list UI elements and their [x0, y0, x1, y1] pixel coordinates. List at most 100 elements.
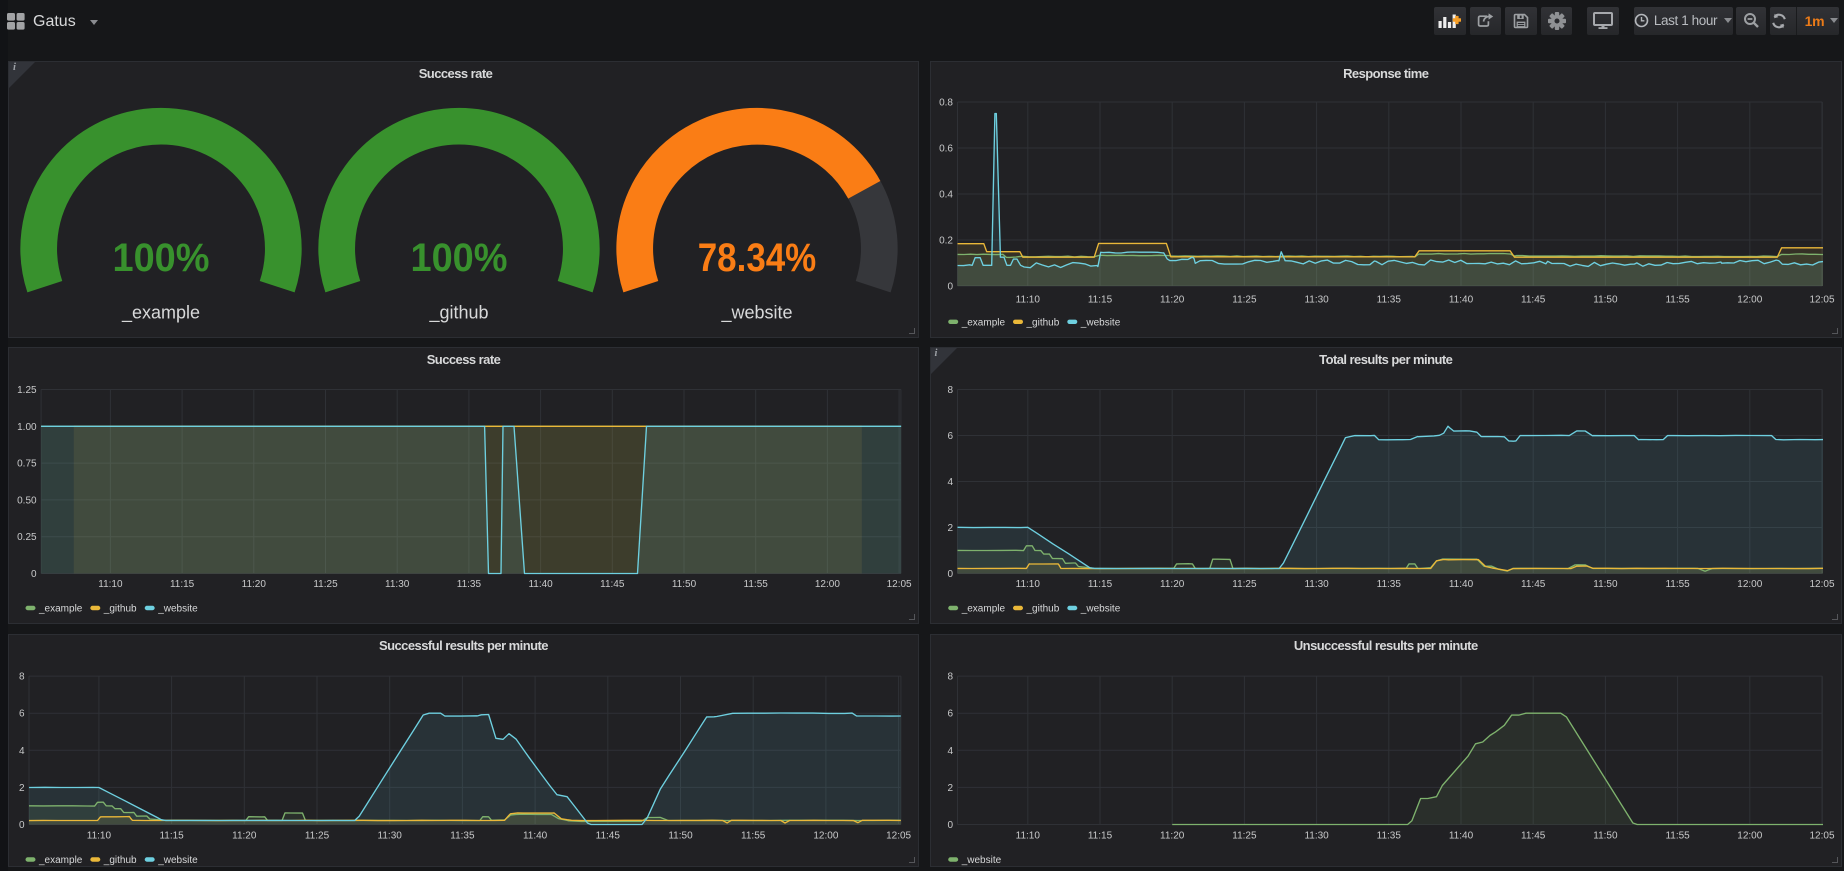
svg-text:_website: _website	[1079, 604, 1120, 615]
svg-text:11:40: 11:40	[1448, 830, 1473, 841]
svg-text:11:30: 11:30	[385, 579, 410, 590]
svg-text:11:40: 11:40	[523, 830, 548, 841]
svg-text:11:55: 11:55	[1665, 830, 1690, 841]
svg-text:_github: _github	[103, 604, 137, 615]
svg-text:11:45: 11:45	[600, 579, 625, 590]
svg-text:11:25: 11:25	[313, 579, 338, 590]
svg-text:_example: _example	[121, 303, 200, 324]
svg-text:12:00: 12:00	[815, 579, 840, 590]
svg-text:11:50: 11:50	[1593, 579, 1618, 590]
svg-text:1.00: 1.00	[17, 422, 37, 433]
svg-text:12:00: 12:00	[813, 830, 838, 841]
svg-text:0: 0	[31, 569, 37, 580]
svg-text:_github: _github	[103, 855, 137, 866]
svg-text:_github: _github	[428, 303, 488, 324]
svg-text:0: 0	[19, 820, 25, 831]
svg-text:11:45: 11:45	[596, 830, 621, 841]
svg-text:11:15: 11:15	[1087, 830, 1112, 841]
svg-text:12:05: 12:05	[1809, 579, 1834, 590]
svg-text:11:40: 11:40	[1448, 579, 1473, 590]
svg-text:12:05: 12:05	[886, 830, 911, 841]
svg-text:11:25: 11:25	[305, 830, 330, 841]
svg-text:11:50: 11:50	[1593, 295, 1618, 306]
svg-text:0: 0	[947, 282, 953, 293]
svg-text:78.34%: 78.34%	[698, 236, 817, 280]
svg-text:4: 4	[947, 477, 953, 488]
svg-text:11:20: 11:20	[232, 830, 257, 841]
svg-text:_github: _github	[1025, 604, 1059, 615]
svg-text:11:15: 11:15	[170, 579, 195, 590]
svg-text:0.50: 0.50	[17, 495, 37, 506]
svg-text:11:10: 11:10	[1015, 295, 1040, 306]
svg-text:11:55: 11:55	[744, 579, 769, 590]
svg-text:0: 0	[947, 820, 953, 831]
svg-text:11:30: 11:30	[1304, 830, 1329, 841]
svg-text:6: 6	[947, 708, 953, 719]
svg-text:12:05: 12:05	[887, 579, 912, 590]
svg-text:0.4: 0.4	[939, 190, 953, 201]
svg-text:11:20: 11:20	[1160, 579, 1185, 590]
svg-text:11:35: 11:35	[1376, 830, 1401, 841]
svg-text:11:35: 11:35	[1376, 579, 1401, 590]
svg-text:11:30: 11:30	[1304, 579, 1329, 590]
svg-text:11:10: 11:10	[1015, 830, 1040, 841]
svg-text:11:35: 11:35	[457, 579, 482, 590]
svg-text:0.8: 0.8	[939, 98, 953, 109]
svg-text:2: 2	[947, 782, 953, 793]
svg-text:12:00: 12:00	[1737, 579, 1762, 590]
svg-text:11:35: 11:35	[450, 830, 475, 841]
svg-text:6: 6	[19, 708, 25, 719]
svg-text:11:20: 11:20	[1160, 830, 1185, 841]
svg-text:2: 2	[19, 782, 25, 793]
svg-text:_website: _website	[157, 604, 198, 615]
svg-text:0.2: 0.2	[939, 236, 953, 247]
svg-text:100%: 100%	[411, 236, 508, 280]
svg-text:11:40: 11:40	[528, 579, 553, 590]
svg-text:8: 8	[947, 671, 953, 682]
svg-text:100%: 100%	[113, 236, 210, 280]
svg-text:11:50: 11:50	[668, 830, 693, 841]
svg-text:4: 4	[947, 745, 953, 756]
svg-text:11:20: 11:20	[242, 579, 267, 590]
svg-text:12:05: 12:05	[1809, 830, 1834, 841]
svg-text:11:15: 11:15	[1087, 579, 1112, 590]
svg-text:0.75: 0.75	[17, 459, 37, 470]
svg-text:12:00: 12:00	[1737, 295, 1762, 306]
svg-text:11:25: 11:25	[1232, 295, 1257, 306]
svg-text:11:10: 11:10	[87, 830, 112, 841]
svg-text:11:55: 11:55	[741, 830, 766, 841]
svg-text:11:15: 11:15	[1087, 295, 1112, 306]
svg-text:_example: _example	[38, 604, 83, 615]
svg-text:11:45: 11:45	[1521, 295, 1546, 306]
svg-text:8: 8	[19, 671, 25, 682]
svg-text:_example: _example	[38, 855, 83, 866]
svg-text:11:30: 11:30	[1304, 295, 1329, 306]
svg-text:11:45: 11:45	[1521, 579, 1546, 590]
svg-text:11:25: 11:25	[1232, 830, 1257, 841]
svg-text:12:00: 12:00	[1737, 830, 1762, 841]
svg-text:11:50: 11:50	[672, 579, 697, 590]
svg-text:6: 6	[947, 431, 953, 442]
svg-text:11:35: 11:35	[1376, 295, 1401, 306]
svg-text:11:30: 11:30	[378, 830, 403, 841]
svg-text:_website: _website	[720, 303, 792, 324]
svg-text:11:15: 11:15	[159, 830, 184, 841]
svg-text:11:50: 11:50	[1593, 830, 1618, 841]
svg-text:11:55: 11:55	[1665, 295, 1690, 306]
svg-text:_website: _website	[157, 855, 198, 866]
svg-text:2: 2	[947, 523, 953, 534]
svg-text:12:05: 12:05	[1809, 295, 1834, 306]
svg-text:0.25: 0.25	[17, 532, 37, 543]
svg-text:4: 4	[19, 745, 25, 756]
svg-text:11:55: 11:55	[1665, 579, 1690, 590]
svg-text:11:45: 11:45	[1521, 830, 1546, 841]
svg-text:8: 8	[947, 385, 953, 396]
svg-text:_website: _website	[1079, 317, 1120, 328]
svg-text:1.25: 1.25	[17, 385, 37, 396]
svg-text:_github: _github	[1025, 317, 1059, 328]
svg-text:11:25: 11:25	[1232, 579, 1257, 590]
svg-text:11:40: 11:40	[1448, 295, 1473, 306]
svg-text:11:10: 11:10	[1015, 579, 1040, 590]
svg-text:_example: _example	[960, 317, 1005, 328]
svg-text:_example: _example	[960, 604, 1005, 615]
